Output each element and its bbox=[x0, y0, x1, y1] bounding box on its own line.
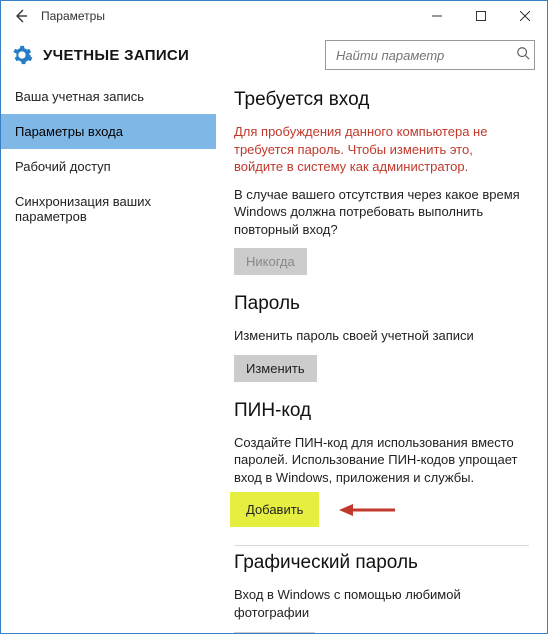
gear-icon bbox=[9, 42, 35, 68]
section-picture-title: Графический пароль bbox=[234, 552, 529, 574]
close-button[interactable] bbox=[503, 1, 547, 31]
section-password-title: Пароль bbox=[234, 293, 529, 315]
add-picture-password-button[interactable]: Добавить bbox=[234, 632, 315, 633]
section-signin-warning: Для пробуждения данного компьютера не тр… bbox=[234, 123, 524, 176]
titlebar: Параметры bbox=[1, 1, 547, 31]
sidebar-item-sync[interactable]: Синхронизация ваших параметров bbox=[1, 184, 216, 234]
section-pin-title: ПИН-код bbox=[234, 400, 529, 422]
annotation-arrow-icon bbox=[337, 501, 397, 522]
section-pin-desc: Создайте ПИН-код для использования вмест… bbox=[234, 434, 524, 487]
search-input[interactable] bbox=[334, 47, 516, 64]
section-password-desc: Изменить пароль своей учетной записи bbox=[234, 327, 524, 345]
page-title: УЧЕТНЫЕ ЗАПИСИ bbox=[43, 47, 189, 64]
window-title: Параметры bbox=[41, 9, 105, 23]
section-signin-title: Требуется вход bbox=[234, 89, 529, 111]
require-signin-dropdown: Никогда bbox=[234, 248, 307, 275]
sidebar-item-work-access[interactable]: Рабочий доступ bbox=[1, 149, 216, 184]
sidebar: Ваша учетная запись Параметры входа Рабо… bbox=[1, 79, 216, 633]
sidebar-item-signin-options[interactable]: Параметры входа bbox=[1, 114, 216, 149]
back-arrow-icon bbox=[13, 8, 29, 24]
minimize-button[interactable] bbox=[415, 1, 459, 31]
add-pin-button[interactable]: Добавить bbox=[234, 496, 315, 523]
section-picture-desc: Вход в Windows с помощью любимой фотогра… bbox=[234, 586, 524, 621]
section-signin-desc: В случае вашего отсутствия через какое в… bbox=[234, 186, 524, 239]
maximize-button[interactable] bbox=[459, 1, 503, 31]
change-password-button[interactable]: Изменить bbox=[234, 355, 317, 382]
search-box[interactable] bbox=[325, 40, 535, 70]
search-icon bbox=[516, 46, 530, 65]
sidebar-item-account[interactable]: Ваша учетная запись bbox=[1, 79, 216, 114]
header: УЧЕТНЫЕ ЗАПИСИ bbox=[1, 31, 547, 79]
content: Требуется вход Для пробуждения данного к… bbox=[216, 79, 547, 633]
back-button[interactable] bbox=[1, 1, 41, 31]
separator bbox=[234, 545, 529, 546]
